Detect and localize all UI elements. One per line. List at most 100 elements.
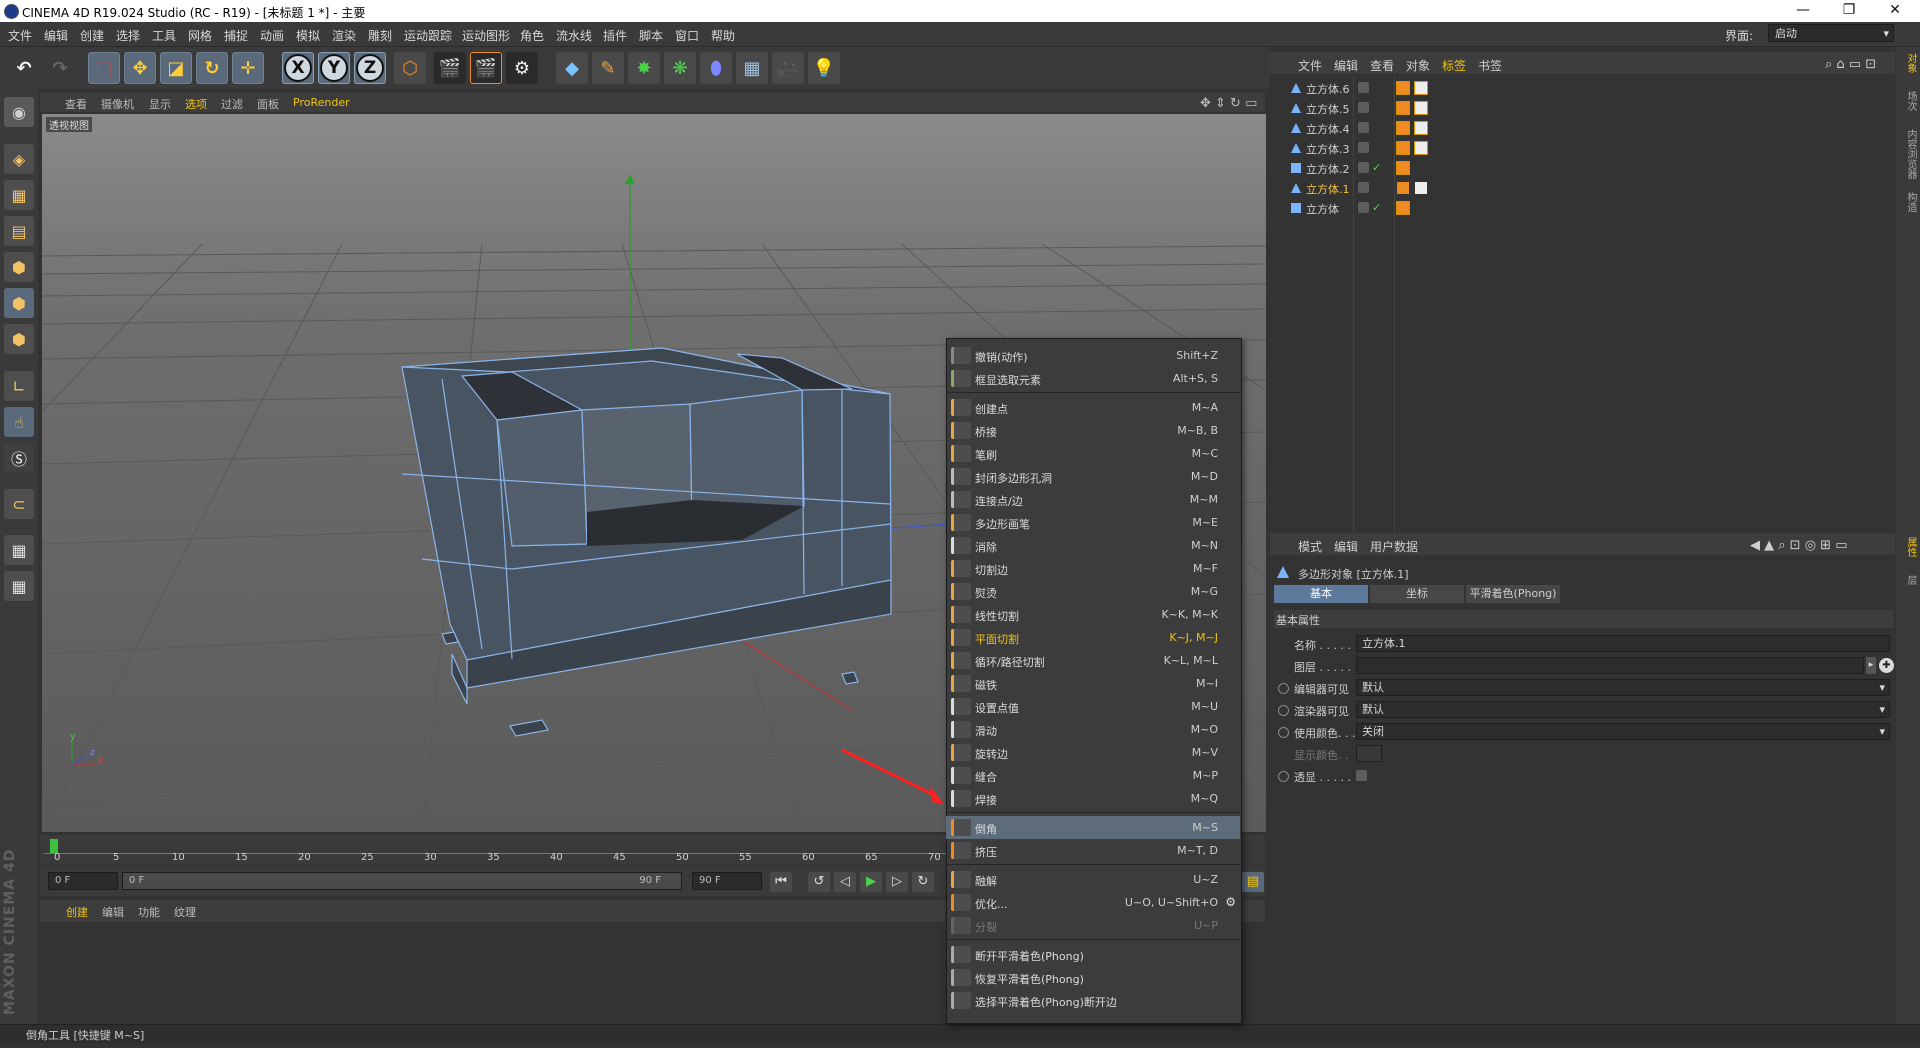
context-menu-item[interactable]: 磁铁 M~I [946, 672, 1240, 695]
enabled-check-icon[interactable]: ✓ [1372, 201, 1381, 214]
tab-coordinates[interactable]: 坐标 [1370, 585, 1464, 603]
context-menu-item[interactable]: 框显选取元素 Alt+S, S [946, 367, 1240, 390]
undo-icon[interactable]: ↶ [8, 52, 40, 84]
render-picture-viewer-icon[interactable]: 🎬 [470, 52, 502, 84]
xray-checkbox[interactable] [1356, 770, 1367, 781]
context-menu-item[interactable]: 撤销(动作) Shift+Z [946, 344, 1240, 367]
menu-mesh[interactable]: 网格 [188, 27, 212, 44]
context-menu-item[interactable]: 倒角 M~S [946, 816, 1240, 839]
strip-tab-content-browser[interactable]: 内容浏览器 [1898, 129, 1918, 179]
go-to-start-icon[interactable]: ⏮ [770, 872, 792, 892]
deformer-icon[interactable]: ⬮ [700, 52, 732, 84]
locked-workplane-icon[interactable]: ▦ [4, 535, 34, 565]
context-menu-item[interactable]: 线性切割 K~K, M~K [946, 603, 1240, 626]
texture-tag-icon[interactable] [1414, 181, 1428, 195]
layer-toggle[interactable] [1358, 162, 1369, 173]
snap-icon[interactable]: Ⓢ [4, 443, 34, 473]
object-row[interactable]: 立方体 ✓ [1270, 198, 1895, 218]
am-menu-user-data[interactable]: 用户数据 [1370, 538, 1418, 555]
phong-tag-icon[interactable] [1396, 101, 1410, 115]
layer-arrow-icon[interactable]: ▸ [1866, 657, 1876, 674]
light-icon[interactable]: 💡 [808, 52, 840, 84]
context-menu-item[interactable]: 多边形画笔 M~E [946, 511, 1240, 534]
context-menu-item[interactable]: 连接点/边 M~M [946, 488, 1240, 511]
am-menu-mode[interactable]: 模式 [1298, 538, 1322, 555]
context-menu-item[interactable]: 挤压 M~T, D [946, 839, 1240, 862]
enabled-check-icon[interactable]: ✓ [1372, 161, 1381, 174]
texture-tag-icon[interactable] [1414, 121, 1428, 135]
viewport-menu-options[interactable]: 选项 [185, 96, 207, 112]
render-visible-select[interactable]: 默认 ▾ [1356, 701, 1890, 718]
om-menu-tags[interactable]: 标签 [1442, 57, 1466, 74]
strip-tab-objects[interactable]: 对象 [1898, 53, 1918, 73]
menu-sculpt[interactable]: 雕刻 [368, 27, 392, 44]
context-menu-item[interactable]: 消除 M~N [946, 534, 1240, 557]
points-mode-icon[interactable]: ⬢ [4, 252, 34, 282]
y-axis-lock-button[interactable]: Y [318, 52, 350, 84]
use-color-radio[interactable] [1278, 727, 1289, 738]
render-view-icon[interactable]: 🎬 [434, 52, 466, 84]
strip-tab-takes[interactable]: 场次 [1898, 91, 1918, 111]
object-row[interactable]: 立方体.4 [1270, 118, 1895, 138]
strip-tab-structure[interactable]: 构造 [1898, 192, 1918, 212]
floor-scene-icon[interactable]: ▦ [736, 52, 768, 84]
display-color-swatch[interactable] [1356, 745, 1382, 762]
context-menu-item[interactable]: 设置点值 M~U [946, 695, 1240, 718]
viewport-menu-view[interactable]: 查看 [65, 96, 87, 112]
object-row[interactable]: 立方体.5 [1270, 98, 1895, 118]
pen-spline-icon[interactable]: ✎ [592, 52, 624, 84]
layer-toggle[interactable] [1358, 122, 1369, 133]
end-frame-field[interactable]: 90 F [692, 872, 762, 890]
tab-phong[interactable]: 平滑着色(Phong) [1466, 585, 1560, 603]
live-selection-icon[interactable]: ⬚ [88, 52, 120, 84]
editor-visible-radio[interactable] [1278, 683, 1289, 694]
viewport-menu-display[interactable]: 显示 [149, 96, 171, 112]
layer-toggle[interactable] [1358, 182, 1369, 193]
context-menu-item[interactable]: 封闭多边形孔洞 M~D [946, 465, 1240, 488]
context-menu-item[interactable]: 创建点 M~A [946, 396, 1240, 419]
am-menu-edit[interactable]: 编辑 [1334, 538, 1358, 555]
render-settings-icon[interactable]: ⚙ [506, 52, 538, 84]
layer-toggle[interactable] [1358, 202, 1369, 213]
strip-tab-layers[interactable]: 层 [1898, 575, 1918, 585]
last-tool-icon[interactable]: ✛ [232, 52, 264, 84]
context-menu-item[interactable]: 旋转边 M~V [946, 741, 1240, 764]
phong-tag-icon[interactable] [1396, 121, 1410, 135]
phong-tag-icon[interactable] [1396, 141, 1410, 155]
object-row[interactable]: 立方体.6 [1270, 78, 1895, 98]
menu-animate[interactable]: 动画 [260, 27, 284, 44]
next-key-icon[interactable]: ↻ [912, 872, 934, 892]
context-menu-item[interactable]: 切割边 M~F [946, 557, 1240, 580]
context-menu-item[interactable]: 笔刷 M~C [946, 442, 1240, 465]
layout-select[interactable]: 启动 ▾ [1768, 24, 1894, 42]
timeline-settings-icon[interactable]: ▤ [1242, 872, 1264, 892]
viewport-menu-filter[interactable]: 过滤 [221, 96, 243, 112]
viewport-menu-prorender[interactable]: ProRender [293, 96, 350, 109]
z-axis-lock-button[interactable]: Z [354, 52, 386, 84]
menu-simulate[interactable]: 模拟 [296, 27, 320, 44]
make-editable-icon[interactable]: ◉ [4, 97, 34, 127]
magnet-icon[interactable]: ⊂ [4, 489, 34, 519]
previous-key-icon[interactable]: ↺ [808, 872, 830, 892]
previous-frame-icon[interactable]: ◁ [834, 872, 856, 892]
phong-tag-icon[interactable] [1396, 181, 1410, 195]
render-visible-radio[interactable] [1278, 705, 1289, 716]
preview-range-slider[interactable]: 0 F 90 F [122, 872, 682, 890]
playhead-marker[interactable] [50, 839, 58, 853]
cube-object-icon[interactable]: ◆ [556, 52, 588, 84]
context-menu-item[interactable]: 平面切割 K~J, M~J [946, 626, 1240, 649]
layer-reset-icon[interactable]: ✚ [1879, 658, 1894, 673]
play-icon[interactable]: ▶ [860, 872, 882, 892]
layer-field[interactable] [1356, 657, 1864, 674]
xray-radio[interactable] [1278, 771, 1289, 782]
om-menu-objects[interactable]: 对象 [1406, 57, 1430, 74]
move-icon[interactable]: ✥ [124, 52, 156, 84]
texture-tag-icon[interactable] [1414, 141, 1428, 155]
menu-edit[interactable]: 编辑 [44, 27, 68, 44]
menu-plugins[interactable]: 插件 [603, 27, 627, 44]
texture-mode-icon[interactable]: ▦ [4, 180, 34, 210]
strip-tab-attributes[interactable]: 属性 [1898, 537, 1918, 557]
coordinate-system-icon[interactable]: ⬡ [394, 52, 426, 84]
om-menu-view[interactable]: 查看 [1370, 57, 1394, 74]
menu-script[interactable]: 脚本 [639, 27, 663, 44]
